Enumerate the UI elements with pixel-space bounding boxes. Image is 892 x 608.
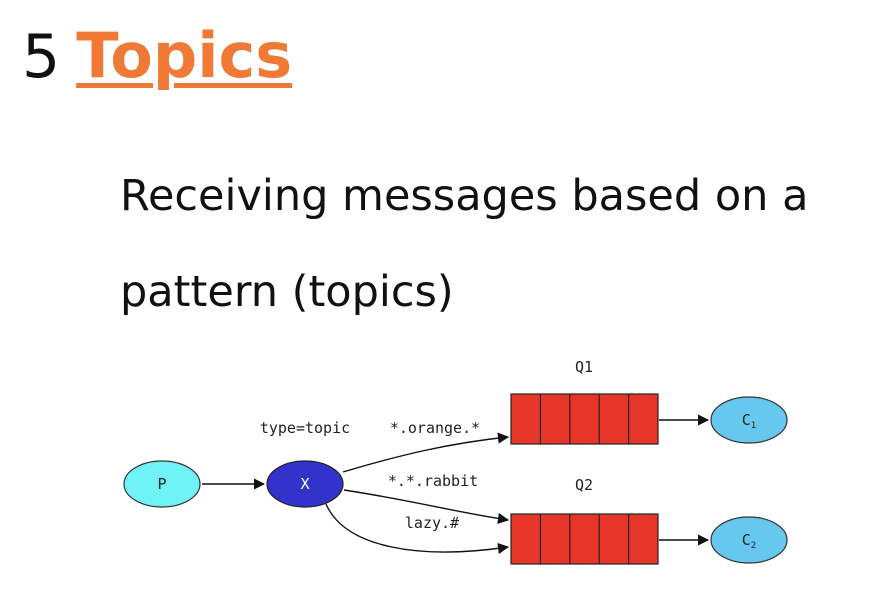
producer-node: P <box>123 460 201 508</box>
producer-label: P <box>157 475 166 493</box>
topic-exchange-diagram: P X type=topic *.orange.* *.*.rabbit laz… <box>123 358 788 565</box>
binding-key-rabbit: *.*.rabbit <box>388 472 478 490</box>
consumer-2-node: C2 <box>710 516 788 564</box>
edge-exchange-q1 <box>342 432 510 473</box>
binding-key-lazy: lazy.# <box>405 514 459 532</box>
queue-2 <box>510 513 659 565</box>
queue-1 <box>510 393 659 445</box>
binding-key-orange: *.orange.* <box>390 419 480 437</box>
queue-1-label: Q1 <box>575 358 593 376</box>
exchange-type-label: type=topic <box>260 419 350 437</box>
exchange-node: X <box>266 460 344 508</box>
queue-2-label: Q2 <box>575 476 593 494</box>
exchange-label: X <box>300 475 309 493</box>
consumer-1-node: C1 <box>710 396 788 444</box>
